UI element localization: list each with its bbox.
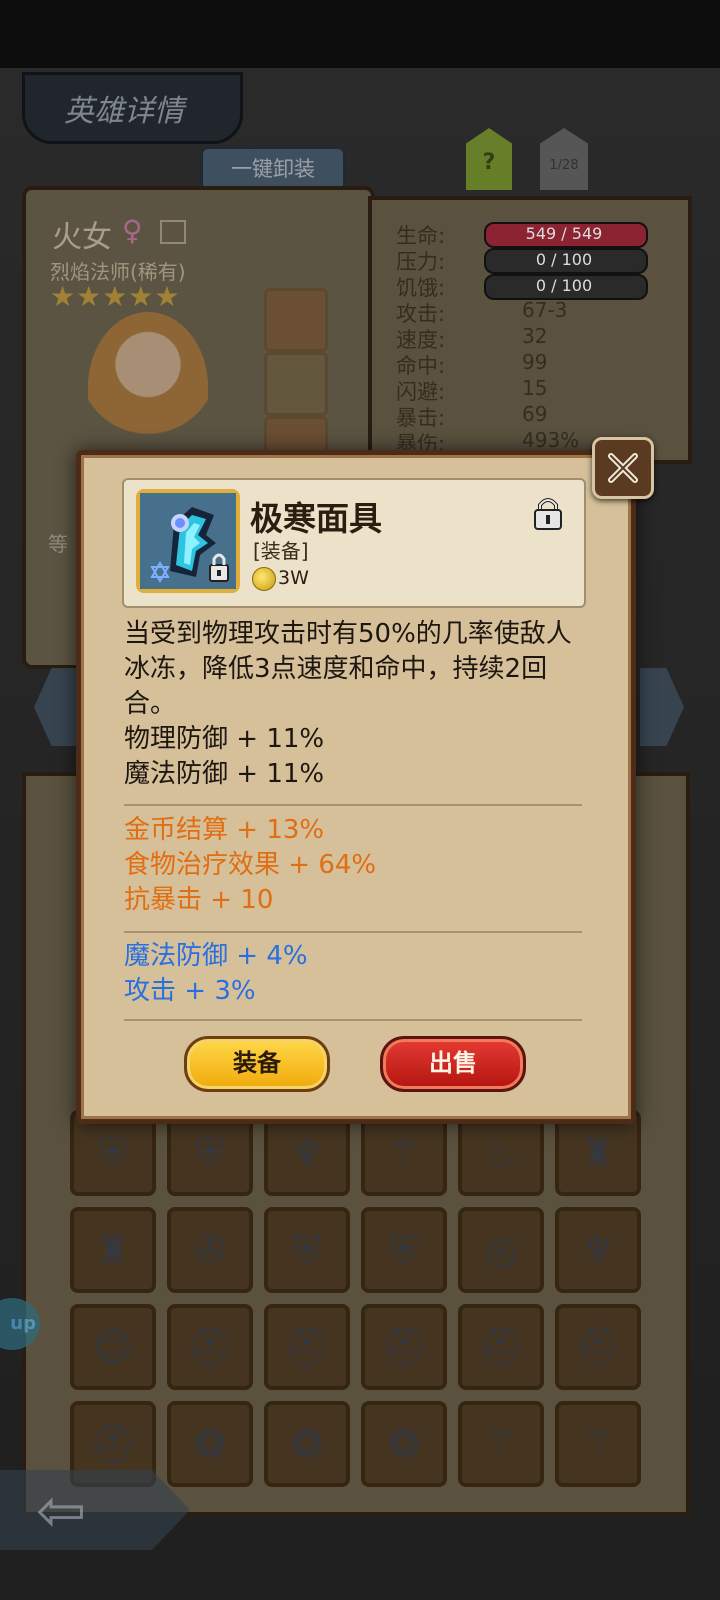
bonus-stat-3: 抗暴击 + 10: [124, 885, 274, 915]
coin-icon: [252, 567, 276, 591]
wizard-hat-slot[interactable]: [264, 288, 328, 352]
enchant-stat-1: 魔法防御 + 4%: [124, 941, 308, 971]
level-label: 等: [48, 532, 68, 556]
helmet-icon: ⛑: [573, 1325, 623, 1369]
hero-portrait: [88, 312, 208, 462]
fire-ring-icon: ❂: [194, 1422, 226, 1466]
close-button[interactable]: [592, 437, 654, 499]
divider: [124, 1019, 582, 1021]
item-price: 3W: [278, 567, 309, 589]
enchant-stats: 魔法防御 + 4% 攻击 + 3%: [124, 939, 308, 1009]
fire-ring-icon: ❂: [388, 1422, 420, 1466]
base-stat-1: 物理防御 + 11%: [124, 724, 325, 754]
item-description-block: 当受到物理攻击时有50%的几率使敌人冰冻，降低3点速度和命中，持续2回合。 物理…: [124, 617, 594, 792]
stat-value: 32: [522, 324, 548, 348]
hero-name: 火女: [52, 220, 112, 255]
item-description: 当受到物理攻击时有50%的几率使敌人冰冻，降低3点速度和命中，持续2回合。: [124, 619, 572, 719]
stat-value: 0 / 100: [535, 276, 593, 295]
item-name: 极寒面具: [250, 499, 382, 538]
stat-value: 67-3: [522, 298, 568, 322]
stat-value: 493%: [522, 428, 580, 452]
stat-value: 69: [522, 402, 548, 426]
enchant-stat-2: 攻击 + 3%: [124, 976, 256, 1006]
shield-icon: ⛨: [389, 1228, 419, 1272]
voodoo-doll-icon: ☺: [93, 1325, 133, 1369]
helmet-slot[interactable]: [264, 352, 328, 416]
ring-icon: ◎: [484, 1228, 518, 1272]
frost-mask-icon: [136, 489, 240, 593]
sell-button[interactable]: 出售: [380, 1036, 526, 1092]
stat-value: 99: [522, 350, 548, 374]
close-icon: [608, 453, 638, 483]
edit-name-icon[interactable]: [160, 220, 186, 244]
stat-value: 15: [522, 376, 548, 400]
item-type: [装备]: [253, 539, 309, 563]
gold-armor-icon: ♜: [95, 1228, 131, 1272]
bonus-stat-1: 金币结算 + 13%: [124, 815, 325, 845]
page-counter: 1/28: [549, 158, 579, 173]
bonus-stats: 金币结算 + 13% 食物治疗效果 + 64% 抗暴击 + 10: [124, 813, 376, 918]
stat-value: 0 / 100: [535, 250, 593, 269]
helmet-icon: ⛑: [282, 1325, 332, 1369]
status-bar: [0, 0, 720, 68]
back-arrow-icon: ⇦: [36, 1476, 87, 1546]
divider: [124, 804, 582, 806]
fire-ring-icon: ❂: [291, 1422, 323, 1466]
shield-icon: ⛨: [292, 1228, 322, 1272]
lock-icon[interactable]: [533, 496, 563, 534]
equip-button[interactable]: 装备: [184, 1036, 330, 1092]
back-button[interactable]: [0, 1470, 190, 1550]
helmet-icon: ⛑: [476, 1325, 526, 1369]
dragon-staff-icon: ⚚: [483, 1422, 519, 1466]
hero-stars: ★★★★★: [50, 280, 181, 313]
dragon-staff-icon: ⚚: [580, 1422, 616, 1466]
female-icon: ♀: [122, 214, 143, 247]
frost-mask-image: [140, 493, 236, 589]
screen-title: 英雄详情: [64, 94, 184, 129]
frost-mask-icon: ♆: [580, 1228, 616, 1272]
divider: [124, 931, 582, 933]
bonus-stat-2: 食物治疗效果 + 64%: [124, 850, 377, 880]
pendant-icon: ✇: [194, 1228, 226, 1272]
helmet-icon: ⛑: [379, 1325, 429, 1369]
base-stat-2: 魔法防御 + 11%: [124, 759, 325, 789]
help-icon: ?: [482, 150, 496, 175]
stat-value: 549 / 549: [525, 224, 603, 243]
helmet-icon: ⛑: [185, 1325, 235, 1369]
